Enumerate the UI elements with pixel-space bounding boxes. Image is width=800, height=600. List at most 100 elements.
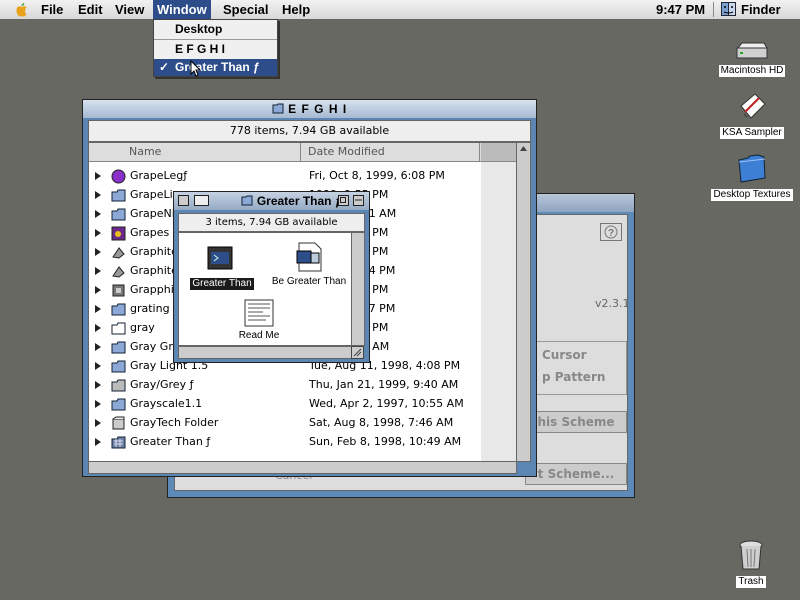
file-icon-read-me[interactable]: Read Me (229, 299, 289, 342)
disclosure-triangle-icon[interactable] (95, 343, 101, 351)
window-title-text: Greater Than ƒ (256, 194, 342, 208)
vertical-scrollbar[interactable] (351, 232, 365, 346)
row-date: Wed, Apr 2, 1997, 10:55 AM (309, 397, 464, 410)
text-document-icon (244, 299, 274, 327)
table-row[interactable]: Gray/Grey ƒ Thu, Jan 21, 1999, 9:40 AM (89, 376, 516, 395)
table-row[interactable]: GrapeLegƒ Fri, Oct 8, 1999, 6:08 PM (89, 167, 516, 186)
save-scheme-button[interactable]: his Scheme (525, 411, 627, 433)
file-icon-greater-than[interactable]: Greater Than (187, 243, 257, 290)
menu-help[interactable]: Help (278, 0, 314, 19)
menu-bar: File Edit View Window Special Help 9:47 … (0, 0, 800, 20)
disclosure-triangle-icon[interactable] (95, 381, 101, 389)
menu-clock[interactable]: 9:47 PM (656, 0, 705, 19)
window-titlebar[interactable]: E F G H I (83, 100, 536, 118)
folder-icon (111, 303, 126, 316)
menu-item-desktop[interactable]: Desktop (154, 21, 277, 38)
desktop-icon-trash[interactable]: Trash (726, 539, 776, 588)
apple-menu-icon[interactable] (14, 2, 30, 17)
close-box-icon[interactable] (178, 195, 189, 206)
pattern-folder-icon (111, 436, 126, 449)
menu-view[interactable]: View (111, 0, 148, 19)
desktop-icon-label: Desktop Textures (711, 189, 793, 201)
row-date: Sat, Aug 8, 1998, 7:46 AM (309, 416, 454, 429)
desktop-icon-desktop-textures[interactable]: Desktop Textures (706, 152, 798, 201)
greater-than-folder-window[interactable]: Greater Than ƒ 3 items, 7.94 GB availabl… (173, 191, 370, 363)
disclosure-triangle-icon[interactable] (95, 362, 101, 370)
table-row[interactable]: GrayTech Folder Sat, Aug 8, 1998, 7:46 AM (89, 414, 516, 433)
menu-item-label: Greater Than ƒ (175, 60, 260, 74)
disclosure-triangle-icon[interactable] (95, 438, 101, 446)
zoom-box-icon[interactable] (338, 195, 349, 206)
desktop-icon-label: Trash (736, 576, 766, 588)
menu-divider (154, 39, 277, 40)
app-switcher-label[interactable]: Finder (741, 0, 781, 19)
column-header-date[interactable]: Date Modified (302, 143, 480, 161)
desktop-icon-label: KSA Sampler (720, 127, 784, 139)
disclosure-triangle-icon[interactable] (95, 229, 101, 237)
resize-grip-icon[interactable] (351, 346, 364, 359)
collapse-box-icon[interactable] (353, 195, 364, 206)
folder-status: 3 items, 7.94 GB available (178, 213, 365, 232)
graphite-icon (112, 247, 125, 259)
file-icon-label: Greater Than (190, 278, 254, 290)
column-header-sort[interactable] (481, 143, 516, 161)
folder-icon (241, 195, 253, 206)
disclosure-triangle-icon[interactable] (95, 400, 101, 408)
app-icon (112, 284, 125, 297)
row-name: gray (130, 321, 155, 334)
column-header-name[interactable]: Name (89, 143, 301, 161)
disclosure-triangle-icon[interactable] (95, 191, 101, 199)
horizontal-scrollbar[interactable] (88, 461, 517, 474)
row-name: Gray/Grey ƒ (130, 378, 194, 391)
disclosure-triangle-icon[interactable] (95, 172, 101, 180)
desktop-icon-ksa-sampler[interactable]: KSA Sampler (716, 92, 788, 139)
disclosure-triangle-icon[interactable] (95, 210, 101, 218)
menu-item-label: E F G H I (175, 42, 226, 56)
vertical-scrollbar[interactable] (516, 142, 531, 462)
disclosure-triangle-icon[interactable] (95, 305, 101, 313)
horizontal-scrollbar[interactable] (178, 346, 352, 359)
scroll-up-arrow-icon[interactable] (517, 143, 530, 155)
desktop-icon-macintosh-hd[interactable]: Macintosh HD (716, 42, 788, 77)
menu-special[interactable]: Special (219, 0, 273, 19)
document-theme-icon (296, 242, 322, 272)
icon-view[interactable]: Greater Than Be Greater Than Read Me (178, 232, 352, 346)
folder-icon (111, 360, 126, 373)
help-icon[interactable]: ? (600, 223, 622, 241)
finder-icon[interactable] (721, 2, 736, 16)
cursor-label: Cursor (542, 348, 587, 362)
svg-text:?: ? (608, 228, 614, 239)
window-titlebar[interactable]: Greater Than ƒ (174, 192, 369, 210)
window-title: E F G H I (83, 102, 536, 116)
delete-scheme-button[interactable]: t Scheme... (525, 463, 627, 485)
disclosure-triangle-icon[interactable] (95, 419, 101, 427)
file-icon-be-greater-than[interactable]: Be Greater Than (267, 241, 351, 288)
row-name: GrayTech Folder (130, 416, 219, 429)
menu-window[interactable]: Window (153, 0, 211, 19)
list-header: Name Date Modified (89, 143, 516, 162)
disclosure-triangle-icon[interactable] (95, 248, 101, 256)
version-label: v2.3.1 (595, 297, 630, 310)
purple-disc-icon (111, 169, 126, 184)
disclosure-triangle-icon[interactable] (95, 286, 101, 294)
disclosure-triangle-icon[interactable] (95, 324, 101, 332)
table-row[interactable]: Grayscale1.1 Wed, Apr 2, 1997, 10:55 AM (89, 395, 516, 414)
row-date: Sun, Feb 8, 1998, 10:49 AM (309, 435, 462, 448)
disclosure-triangle-icon[interactable] (95, 267, 101, 275)
pattern-label: p Pattern (542, 370, 606, 384)
menu-edit[interactable]: Edit (74, 0, 107, 19)
folder-icon (111, 208, 126, 221)
file-icon-label: Read Me (238, 330, 280, 341)
grapes-icon (111, 226, 126, 241)
menu-item-greater-than[interactable]: ✓ Greater Than ƒ (154, 59, 277, 76)
table-row[interactable]: Greater Than ƒ Sun, Feb 8, 1998, 10:49 AM (89, 433, 516, 452)
row-name: Gray Gro (130, 340, 180, 353)
checkmark-icon: ✓ (159, 60, 170, 74)
menu-separator (713, 2, 714, 17)
menu-item-efghi[interactable]: E F G H I (154, 41, 277, 58)
blue-folder-icon (738, 154, 766, 183)
row-date: Fri, Oct 8, 1999, 6:08 PM (309, 169, 445, 182)
desktop-icon-label: Macintosh HD (718, 65, 786, 77)
row-name: GrapeLegƒ (130, 169, 188, 182)
menu-file[interactable]: File (37, 0, 67, 19)
